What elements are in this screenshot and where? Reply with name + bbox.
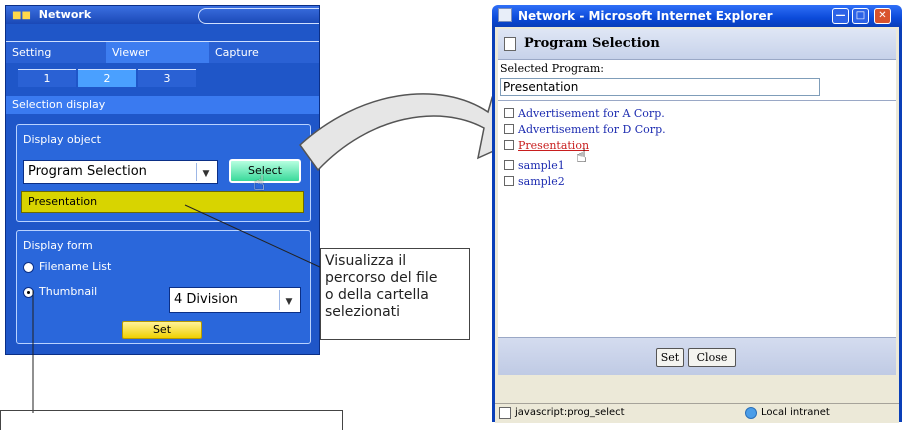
bottom-annotation-box [0, 410, 343, 430]
ie-body: Program Selection Selected Program: Pres… [492, 27, 902, 423]
ie-title-bar: Network - Microsoft Internet Explorer — … [492, 5, 902, 27]
close-button[interactable]: Close [688, 348, 736, 367]
status-zone-text: Local intranet [761, 407, 830, 418]
minimize-icon[interactable]: — [832, 8, 849, 24]
set-button[interactable]: Set [656, 348, 684, 367]
tree-node-icon [504, 108, 514, 118]
status-left-text: javascript:prog_select [515, 407, 625, 418]
ie-empty-area [498, 375, 896, 403]
callout-line [184, 204, 323, 269]
close-icon[interactable]: ✕ [874, 8, 891, 24]
selected-program-field[interactable]: Presentation [500, 78, 820, 96]
ie-page-icon [498, 8, 512, 22]
program-item[interactable]: Advertisement for A Corp. [504, 106, 665, 121]
program-item[interactable]: sample1 [504, 158, 565, 173]
document-icon [504, 37, 516, 51]
program-item[interactable]: Advertisement for D Corp. [504, 122, 666, 137]
ie-status-bar: javascript:prog_select Local intranet [495, 403, 899, 423]
program-item[interactable]: sample2 [504, 174, 565, 189]
tree-node-icon [504, 140, 514, 150]
annotation-line: Visualizza il [325, 253, 407, 269]
ie-content: Selected Program: Presentation Advertise… [498, 60, 896, 365]
ie-title-text: Network - Microsoft Internet Explorer [518, 9, 773, 23]
ie-heading: Program Selection [524, 36, 660, 51]
annotation-callout: Visualizza il percorso del file o della … [320, 248, 470, 340]
ie-footer: Set Close [498, 337, 896, 376]
tree-node-icon [504, 160, 514, 170]
ie-window: Network - Microsoft Internet Explorer — … [480, 0, 905, 423]
selected-program-label: Selected Program: [500, 62, 604, 75]
annotation-line: percorso del file [325, 270, 438, 286]
ie-header: Program Selection [498, 29, 896, 60]
hand-cursor-icon: ☝ [576, 146, 587, 167]
divider [498, 100, 896, 101]
maximize-icon[interactable]: □ [852, 8, 869, 24]
globe-intranet-icon [745, 407, 757, 419]
tree-node-icon [504, 176, 514, 186]
page-status-icon [499, 407, 511, 419]
annotation-line: selezionati [325, 304, 401, 320]
tree-node-icon [504, 124, 514, 134]
annotation-line: o della cartella [325, 287, 429, 303]
